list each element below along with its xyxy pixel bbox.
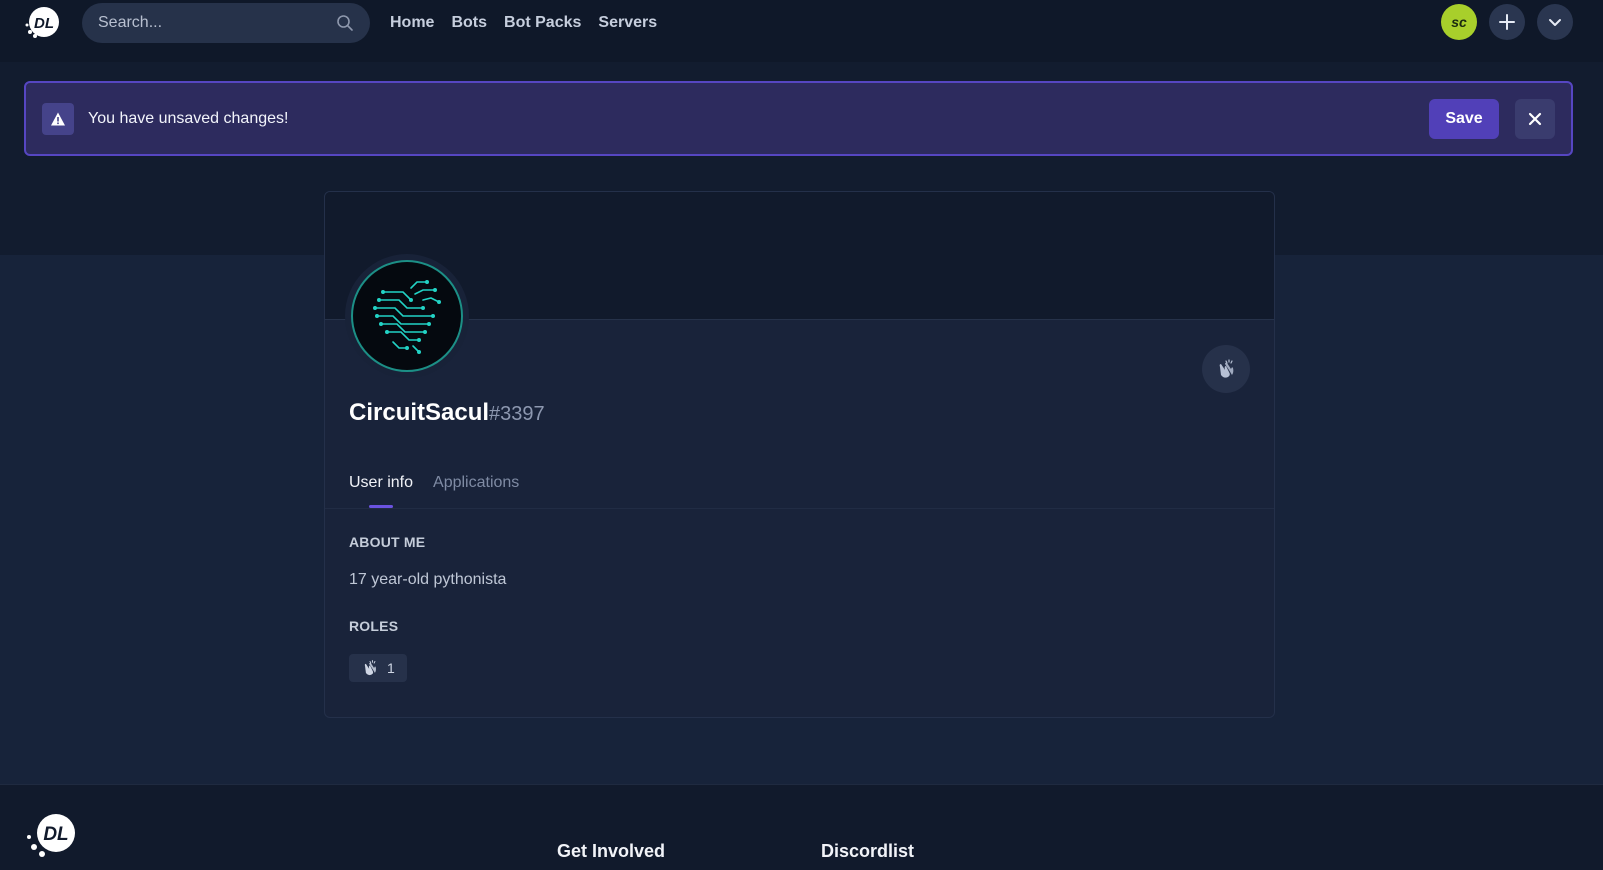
search-icon[interactable] [336, 14, 354, 32]
user-avatar[interactable]: sc [1441, 4, 1477, 40]
nav-link-home[interactable]: Home [390, 12, 434, 34]
roles-heading: ROLES [349, 618, 399, 634]
discriminator-text: #3397 [489, 403, 545, 425]
username-text: CircuitSacul [349, 399, 490, 426]
search-bar [82, 3, 370, 43]
warning-icon [51, 112, 65, 126]
nav-link-bot-packs[interactable]: Bot Packs [504, 12, 581, 34]
banner-message: You have unsaved changes! [88, 110, 289, 127]
nav-link-servers[interactable]: Servers [598, 12, 657, 34]
tabs-divider [325, 508, 1274, 509]
footer-heading-discordlist: Discordlist [821, 841, 915, 861]
profile-avatar [345, 254, 469, 378]
clapping-hands-icon [364, 660, 376, 676]
add-button[interactable] [1489, 4, 1525, 40]
about-me-text: 17 year-old pythonista [349, 571, 507, 588]
profile-tabs: User info Applications [349, 472, 519, 494]
tab-user-info[interactable]: User info [349, 472, 413, 494]
user-menu-button[interactable] [1537, 4, 1573, 40]
nav-links: Home Bots Bot Packs Servers [390, 12, 657, 34]
role-chip[interactable]: 1 [349, 654, 407, 682]
unsaved-changes-banner: You have unsaved changes! Save [24, 81, 1573, 156]
svg-text:DL: DL [34, 15, 54, 32]
nav-actions: sc [1441, 4, 1573, 40]
close-icon [1528, 112, 1542, 126]
nav-link-bots[interactable]: Bots [451, 12, 487, 34]
footer-heading-get-involved: Get Involved [557, 841, 666, 861]
clapping-hands-icon [1219, 359, 1234, 378]
svg-text:DL: DL [43, 824, 68, 845]
role-count: 1 [387, 660, 395, 676]
save-button[interactable]: Save [1429, 99, 1499, 139]
tab-applications[interactable]: Applications [433, 472, 519, 494]
warning-badge [42, 103, 74, 135]
footer-logo[interactable]: DL [24, 811, 84, 861]
about-me-heading: ABOUT ME [349, 534, 426, 550]
profile-username: CircuitSacul#3397 [349, 398, 545, 429]
circuit-avatar-image [351, 260, 463, 372]
dismiss-button[interactable] [1515, 99, 1555, 139]
footer: DL Get Involved Discordlist [0, 784, 1603, 870]
chevron-down-icon [1549, 19, 1561, 26]
role-badge-button[interactable] [1202, 345, 1250, 393]
profile-card: CircuitSacul#3397 User info Applications… [324, 191, 1275, 718]
search-input[interactable] [98, 14, 336, 32]
discordlist-logo[interactable]: DL [24, 4, 64, 40]
navbar: DL Home Bots Bot Packs Servers sc [0, 0, 1603, 62]
plus-icon [1499, 14, 1515, 30]
user-avatar-initials: sc [1451, 14, 1467, 30]
